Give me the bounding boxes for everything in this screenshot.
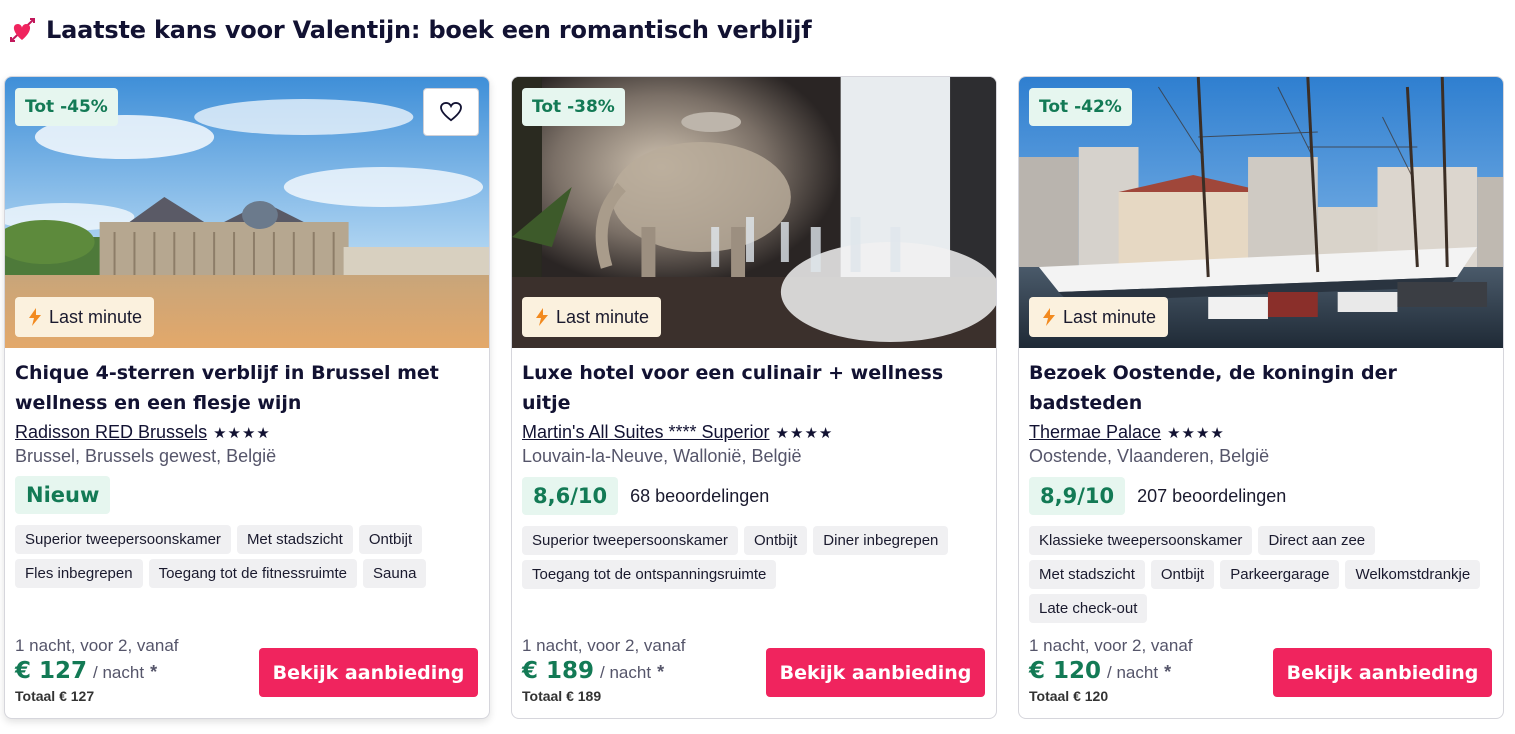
- feature-tag: Superior tweepersoonskamer: [15, 525, 231, 554]
- feature-tag: Fles inbegrepen: [15, 559, 143, 588]
- deal-card[interactable]: Tot -45% Last minute Chique 4-sterren ve…: [4, 76, 490, 719]
- star-rating-icon: ★★★★: [775, 424, 834, 442]
- review-score: 8,6/10: [522, 477, 619, 515]
- deal-title[interactable]: Luxe hotel voor een culinair + wellness …: [522, 358, 986, 418]
- last-minute-badge: Last minute: [522, 297, 662, 337]
- price-total: Totaal € 120: [1029, 688, 1109, 704]
- feature-tag: Toegang tot de ontspanningsruimte: [522, 560, 777, 589]
- heart-arrow-icon: [10, 18, 35, 42]
- price-total: Totaal € 127: [15, 688, 95, 704]
- last-minute-label: Last minute: [556, 306, 650, 327]
- feature-tag: Ontbijt: [743, 526, 808, 555]
- hotel-name-link[interactable]: Martin's All Suites **** Superior: [522, 422, 770, 443]
- heart-icon: [440, 102, 462, 122]
- price-asterisk: *: [657, 662, 665, 682]
- section-title: Laatste kans voor Valentijn: boek een ro…: [46, 16, 812, 44]
- feature-tag: Ontbijt: [358, 525, 423, 554]
- star-rating-icon: ★★★★: [213, 424, 271, 442]
- feature-tag: Toegang tot de fitnessruimte: [148, 559, 358, 588]
- last-minute-label: Last minute: [49, 306, 143, 327]
- new-badge: Nieuw: [15, 476, 111, 514]
- price-label: 1 nacht, voor 2, vanaf: [1029, 636, 1193, 655]
- feature-tags: Klassieke tweepersoonskamer Direct aan z…: [1029, 526, 1493, 623]
- view-deal-button[interactable]: Bekijk aanbieding: [1273, 648, 1492, 697]
- view-deal-button[interactable]: Bekijk aanbieding: [259, 648, 478, 697]
- discount-badge: Tot -42%: [1029, 88, 1132, 126]
- price-label: 1 nacht, voor 2, vanaf: [15, 636, 179, 655]
- hotel-name-link[interactable]: Radisson RED Brussels: [15, 422, 207, 443]
- deal-card[interactable]: Tot -38% Last minute Luxe hotel voor een…: [511, 76, 997, 719]
- discount-badge: Tot -38%: [522, 88, 625, 126]
- hotel-location: Brussel, Brussels gewest, België: [15, 446, 277, 466]
- favorite-button[interactable]: [423, 88, 479, 136]
- review-count: 207 beoordelingen: [1137, 485, 1287, 506]
- feature-tag: Sauna: [363, 559, 427, 588]
- feature-tag: Parkeergarage: [1220, 560, 1340, 589]
- feature-tag: Superior tweepersoonskamer: [522, 526, 738, 555]
- star-rating-icon: ★★★★: [1167, 424, 1225, 442]
- feature-tag: Welkomstdrankje: [1345, 560, 1481, 589]
- price-value: € 127: [15, 658, 88, 684]
- hotel-name-link[interactable]: Thermae Palace: [1029, 422, 1161, 443]
- hotel-location: Oostende, Vlaanderen, België: [1029, 446, 1270, 466]
- view-deal-button[interactable]: Bekijk aanbieding: [766, 648, 985, 697]
- price-block: 1 nacht, voor 2, vanaf € 189 / nacht * T…: [522, 636, 686, 704]
- price-block: 1 nacht, voor 2, vanaf € 127 / nacht * T…: [15, 636, 179, 704]
- review-score: 8,9/10: [1029, 477, 1126, 515]
- price-value: € 120: [1029, 658, 1102, 684]
- deal-title[interactable]: Chique 4-sterren verblijf in Brussel met…: [15, 358, 479, 418]
- feature-tags: Superior tweepersoonskamer Ontbijt Diner…: [522, 526, 986, 589]
- price-total: Totaal € 189: [522, 688, 602, 704]
- feature-tag: Late check-out: [1029, 594, 1148, 623]
- price-unit: / nacht: [1107, 663, 1159, 682]
- last-minute-badge: Last minute: [15, 297, 155, 337]
- price-value: € 189: [522, 658, 595, 684]
- price-asterisk: *: [150, 662, 158, 682]
- price-label: 1 nacht, voor 2, vanaf: [522, 636, 686, 655]
- discount-badge: Tot -45%: [15, 88, 118, 126]
- lightning-icon: [1043, 308, 1055, 326]
- hotel-location: Louvain-la-Neuve, Wallonië, België: [522, 446, 802, 466]
- deal-title[interactable]: Bezoek Oostende, de koningin der badsted…: [1029, 358, 1493, 418]
- feature-tags: Superior tweepersoonskamer Met stadszich…: [15, 525, 479, 588]
- feature-tag: Ontbijt: [1150, 560, 1215, 589]
- feature-tag: Met stadszicht: [236, 525, 353, 554]
- price-block: 1 nacht, voor 2, vanaf € 120 / nacht * T…: [1029, 636, 1193, 704]
- lightning-icon: [29, 308, 41, 326]
- last-minute-label: Last minute: [1063, 306, 1157, 327]
- price-unit: / nacht: [93, 663, 145, 682]
- review-count: 68 beoordelingen: [630, 485, 770, 506]
- lightning-icon: [536, 308, 548, 326]
- deal-card[interactable]: Tot -42% Last minute Bezoek Oostende, de…: [1018, 76, 1504, 719]
- feature-tag: Met stadszicht: [1029, 560, 1145, 589]
- feature-tag: Diner inbegrepen: [813, 526, 949, 555]
- feature-tag: Direct aan zee: [1258, 526, 1376, 555]
- price-unit: / nacht: [600, 663, 652, 682]
- feature-tag: Klassieke tweepersoonskamer: [1029, 526, 1253, 555]
- price-asterisk: *: [1164, 662, 1172, 682]
- section-heading: Laatste kans voor Valentijn: boek een ro…: [8, 16, 812, 44]
- last-minute-badge: Last minute: [1029, 297, 1169, 337]
